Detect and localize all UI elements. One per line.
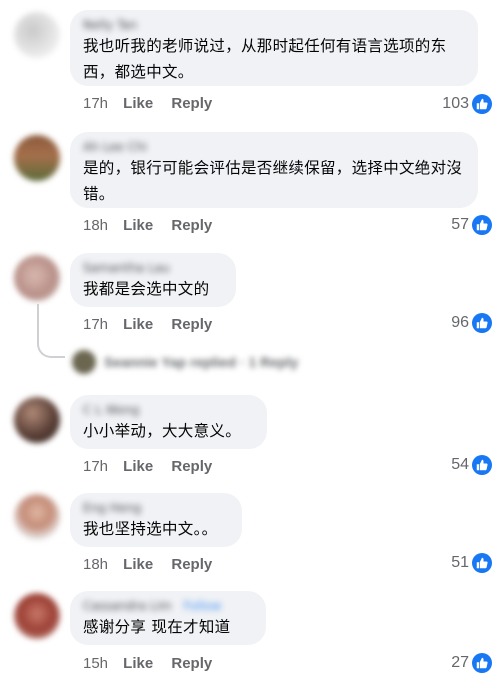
comment-author-name[interactable]: Cassandra Lim [83,599,172,613]
reaction-count[interactable]: 54 [451,454,492,476]
like-count: 103 [442,95,469,112]
comment-time[interactable]: 15h [83,654,119,674]
comment-meta: 17h Like Reply [83,457,226,477]
comment-meta: 17h Like Reply [83,94,226,114]
comment-time[interactable]: 17h [83,457,119,477]
thumbs-up-icon [472,553,492,573]
comment-time[interactable]: 18h [83,216,119,236]
comment-time[interactable]: 18h [83,555,119,575]
like-link[interactable]: Like [123,457,153,477]
avatar[interactable] [14,593,60,639]
comment-bubble: Cassandra Lim Follow 感谢分享 现在才知道 [70,591,266,645]
comment-bubble: C L Wong 小小举动，大大意义。 [70,395,267,449]
like-count: 27 [451,654,469,671]
view-replies-link[interactable]: Seannie Yap replied · 1 Reply [72,348,298,376]
like-link[interactable]: Like [123,94,153,114]
comment-bubble: Samantha Lau 我都是会选中文的 [70,253,236,307]
reply-summary: Seannie Yap replied · 1 Reply [104,354,299,370]
like-count: 57 [451,216,469,233]
comment-author[interactable]: Eng Heng [83,500,229,516]
thumbs-up-icon [472,215,492,235]
comment-author[interactable]: Samantha Lau [83,260,223,276]
reply-link[interactable]: Reply [171,654,212,674]
reply-link[interactable]: Reply [171,94,212,114]
reply-link[interactable]: Reply [171,555,212,575]
thumbs-up-icon [472,653,492,673]
comment-author[interactable]: Nelly Tan [83,17,465,33]
comment-time[interactable]: 17h [83,94,119,114]
comment-meta: 18h Like Reply [83,555,226,575]
comment-meta: 18h Like Reply [83,216,226,236]
thumbs-up-icon [472,313,492,333]
like-link[interactable]: Like [123,216,153,236]
avatar[interactable] [14,255,60,301]
reaction-count[interactable]: 27 [451,652,492,674]
comment-text: 我也坚持选中文。。 [83,520,218,538]
thumbs-up-icon [472,94,492,114]
like-link[interactable]: Like [123,654,153,674]
follow-button[interactable]: Follow [184,599,222,613]
avatar[interactable] [14,135,60,181]
reaction-count[interactable]: 51 [451,552,492,574]
thread-connector [37,334,65,358]
comment-bubble: Ah Lee Chi 是的，银行可能会评估是否继续保留，选择中文绝对沒错。 [70,132,478,208]
comment-text: 我都是会选中文的 [83,280,210,298]
avatar [72,350,96,374]
comment-text: 我也听我的老师说过，从那时起任何有语言选项的东西，都选中文。 [83,37,447,81]
like-link[interactable]: Like [123,315,153,335]
comment-meta: 17h Like Reply [83,315,226,335]
like-link[interactable]: Like [123,555,153,575]
reply-link[interactable]: Reply [171,457,212,477]
avatar[interactable] [14,494,60,540]
avatar[interactable] [14,12,60,58]
avatar[interactable] [14,397,60,443]
comment-author: Cassandra Lim Follow [83,598,253,614]
like-count: 51 [451,554,469,571]
reply-link[interactable]: Reply [171,315,212,335]
thumbs-up-icon [472,455,492,475]
comment-text: 是的，银行可能会评估是否继续保留，选择中文绝对沒错。 [83,159,463,203]
comment-author[interactable]: Ah Lee Chi [83,139,465,155]
reaction-count[interactable]: 96 [451,312,492,334]
thread-line [37,304,39,336]
comment-text: 小小举动，大大意义。 [83,422,242,440]
comment-author[interactable]: C L Wong [83,402,254,418]
reply-link[interactable]: Reply [171,216,212,236]
reaction-count[interactable]: 57 [451,214,492,236]
comment-meta: 15h Like Reply [83,654,226,674]
comment-bubble: Eng Heng 我也坚持选中文。。 [70,493,242,547]
like-count: 96 [451,314,469,331]
comment-bubble: Nelly Tan 我也听我的老师说过，从那时起任何有语言选项的东西，都选中文。 [70,10,478,86]
like-count: 54 [451,456,469,473]
comment-text: 感谢分享 现在才知道 [83,618,231,636]
reaction-count[interactable]: 103 [442,93,492,115]
comment-time[interactable]: 17h [83,315,119,335]
